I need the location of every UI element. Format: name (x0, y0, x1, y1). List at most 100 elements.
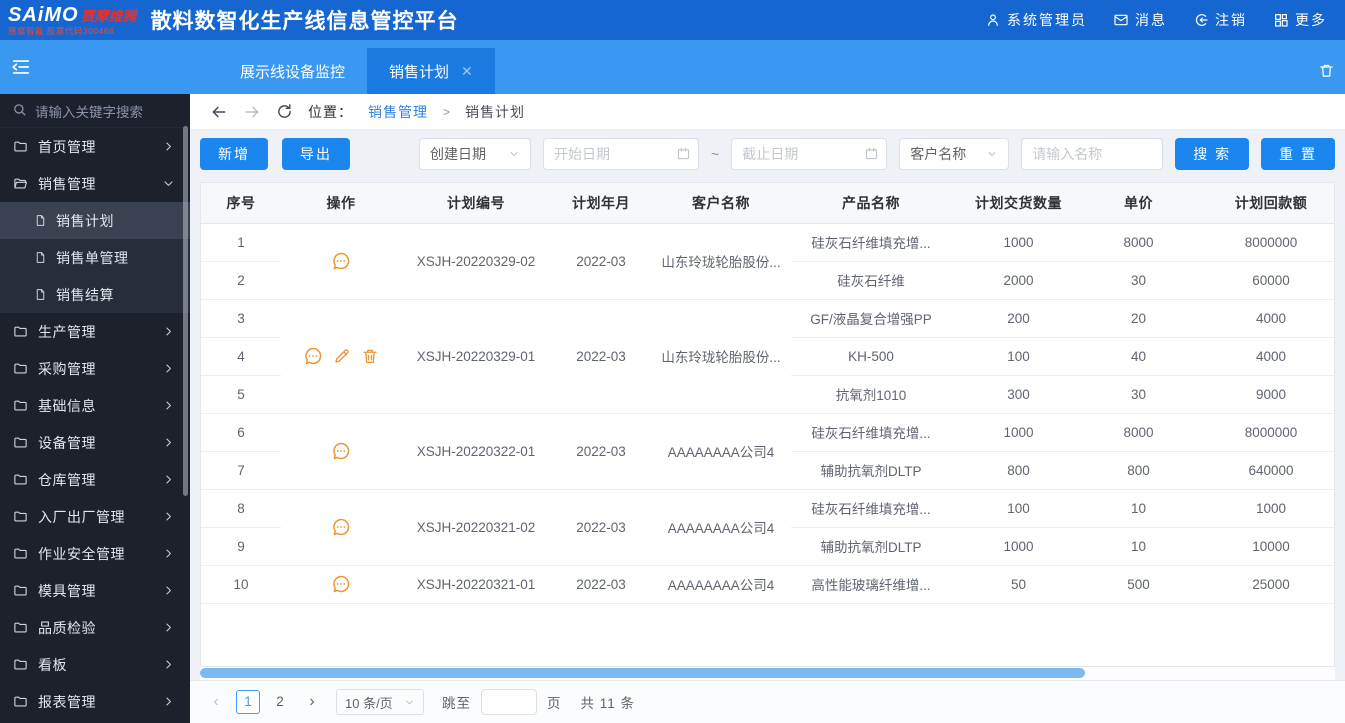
export-button[interactable]: 导出 (282, 138, 350, 170)
name-type-select[interactable]: 客户名称 (899, 138, 1010, 170)
logout-button[interactable]: 注销 (1193, 10, 1247, 30)
refresh-icon[interactable] (276, 103, 293, 120)
jump-page-input[interactable] (481, 689, 537, 715)
user-menu[interactable]: 系统管理员 (985, 10, 1087, 30)
table-body: 1 XSJH-20220329-02 2022-03 山东玲珑轮胎股份... 硅灰石纤维… (201, 223, 1334, 604)
sidebar-item[interactable]: 看板 (0, 646, 190, 683)
detail-comment-icon[interactable] (331, 574, 351, 594)
table-row: 1 XSJH-20220329-02 2022-03 山东玲珑轮胎股份... 硅灰石纤维… (201, 223, 1334, 300)
cell-seq: 10 (201, 565, 281, 604)
cell-qty: 2000 (951, 261, 1086, 300)
column-header[interactable]: 单价 (1086, 183, 1191, 224)
column-header[interactable]: 计划交货数量 (951, 183, 1086, 224)
cell-customer: AAAAAAAA公司4 (651, 565, 791, 604)
date-type-select[interactable]: 创建日期 (419, 138, 532, 170)
sidebar-item[interactable]: 销售管理 (0, 165, 190, 202)
more-button[interactable]: 更多 (1273, 10, 1327, 30)
search-button[interactable]: 搜 索 (1175, 138, 1250, 170)
horizontal-scrollbar-thumb[interactable] (200, 668, 1086, 678)
sidebar-item[interactable]: 作业安全管理 (0, 535, 190, 572)
tab-销售计划[interactable]: 销售计划 ✕ (367, 48, 495, 94)
cell-price: 8000 (1086, 413, 1191, 452)
back-arrow-icon[interactable] (210, 103, 228, 121)
close-all-tabs-button[interactable] (1318, 62, 1335, 82)
cell-price: 20 (1086, 299, 1191, 338)
column-header[interactable]: 操作 (281, 183, 401, 224)
start-date-input[interactable] (543, 138, 700, 170)
page-number-1[interactable]: 1 (236, 690, 260, 714)
cell-amount: 4000 (1191, 337, 1334, 376)
cell-amount: 8000000 (1191, 413, 1334, 452)
cell-plan-month: 2022-03 (551, 489, 651, 566)
detail-comment-icon[interactable] (331, 441, 351, 461)
sales-plan-table: 序号 操作 计划编号 计划年月 客户名称 产品名称 计划交货数量 单价 计划回款额 1 XSJH-… (201, 183, 1334, 604)
add-button[interactable]: 新增 (200, 138, 268, 170)
sidebar-item[interactable]: 品质检验 (0, 609, 190, 646)
column-header[interactable]: 产品名称 (791, 183, 951, 224)
cell-plan-no: XSJH-20220322-01 (401, 413, 551, 490)
messages-button[interactable]: 消息 (1113, 10, 1167, 30)
sidebar-submenu: 销售计划 销售单管理 销售结算 (0, 202, 190, 313)
sidebar-item[interactable]: 设备管理 (0, 424, 190, 461)
detail-comment-icon[interactable] (331, 251, 351, 271)
detail-comment-icon[interactable] (303, 346, 323, 366)
chevron-down-icon (508, 148, 520, 160)
name-search-input[interactable] (1021, 138, 1164, 170)
cell-seq: 1 (201, 223, 281, 262)
logout-icon (1193, 12, 1209, 28)
sidebar-search[interactable]: 请输入关键字搜索 (0, 94, 190, 128)
breadcrumb-prefix: 位置： (308, 103, 353, 120)
horizontal-scrollbar (200, 667, 1335, 680)
top-header: SAiMO 赛摩维腾 赛摩智能 股票代码300466 散料数智化生产线信息管控平… (0, 0, 1345, 40)
next-page-button[interactable]: › (302, 693, 322, 711)
chevron-right-icon (162, 325, 176, 339)
folder-icon (13, 583, 29, 599)
pagination-bar: ‹ 12 › 10 条/页 跳至 页 共 11 条 (190, 680, 1345, 723)
column-header[interactable]: 计划回款额 (1191, 183, 1334, 224)
folder-icon (13, 398, 29, 414)
table-row: 3 XSJH-20220329-01 2022-03 山东玲珑轮胎股份... GF/液晶… (201, 299, 1334, 414)
prev-page-button[interactable]: ‹ (206, 693, 226, 711)
sidebar-item[interactable]: 基础信息 (0, 387, 190, 424)
sidebar-item[interactable]: 采购管理 (0, 350, 190, 387)
tab-bar: 展示线设备监控 销售计划 ✕ (0, 40, 1345, 94)
page-number-2[interactable]: 2 (268, 690, 292, 714)
sidebar-menu: 首页管理 销售管理 销售计划 销售单管理 销售结算 生产管理 采购管理 基础信息… (0, 128, 190, 723)
sidebar-item[interactable]: 报表管理 (0, 683, 190, 720)
delete-trash-icon[interactable] (361, 347, 379, 365)
tab-展示线设备监控[interactable]: 展示线设备监控 (218, 48, 367, 94)
sidebar-subitem[interactable]: 销售单管理 (0, 239, 190, 276)
edit-pencil-icon[interactable] (333, 347, 351, 365)
column-header[interactable]: 计划年月 (551, 183, 651, 224)
reset-button[interactable]: 重 置 (1261, 138, 1335, 170)
sidebar-item[interactable]: 生产管理 (0, 313, 190, 350)
column-header[interactable]: 客户名称 (651, 183, 791, 224)
cell-product: 辅助抗氧剂DLTP (791, 527, 951, 566)
cell-qty: 50 (951, 565, 1086, 604)
sidebar-subitem[interactable]: 销售结算 (0, 276, 190, 313)
cell-seq: 9 (201, 527, 281, 566)
sidebar-scrollbar[interactable] (183, 126, 188, 496)
folder-icon (13, 435, 29, 451)
cell-qty: 100 (951, 489, 1086, 528)
detail-comment-icon[interactable] (331, 517, 351, 537)
forward-arrow-icon[interactable] (243, 103, 261, 121)
page-size-select[interactable]: 10 条/页 (336, 689, 424, 715)
sidebar-item[interactable]: 入厂出厂管理 (0, 498, 190, 535)
cell-qty: 200 (951, 299, 1086, 338)
jump-to-label: 跳至 (442, 696, 471, 711)
end-date-input[interactable] (731, 138, 888, 170)
column-header[interactable]: 序号 (201, 183, 281, 224)
cell-amount: 10000 (1191, 527, 1334, 566)
cell-amount: 9000 (1191, 375, 1334, 414)
sidebar-item[interactable]: 首页管理 (0, 128, 190, 165)
sidebar-collapse-button[interactable] (6, 54, 36, 82)
sidebar-subitem[interactable]: 销售计划 (0, 202, 190, 239)
sidebar-item[interactable]: 模具管理 (0, 572, 190, 609)
column-header[interactable]: 计划编号 (401, 183, 551, 224)
breadcrumb-parent-link[interactable]: 销售管理 (368, 102, 428, 122)
cell-seq: 6 (201, 413, 281, 452)
chevron-down-icon (162, 177, 176, 191)
sidebar-item[interactable]: 仓库管理 (0, 461, 190, 498)
tab-close-icon[interactable]: ✕ (461, 63, 473, 80)
